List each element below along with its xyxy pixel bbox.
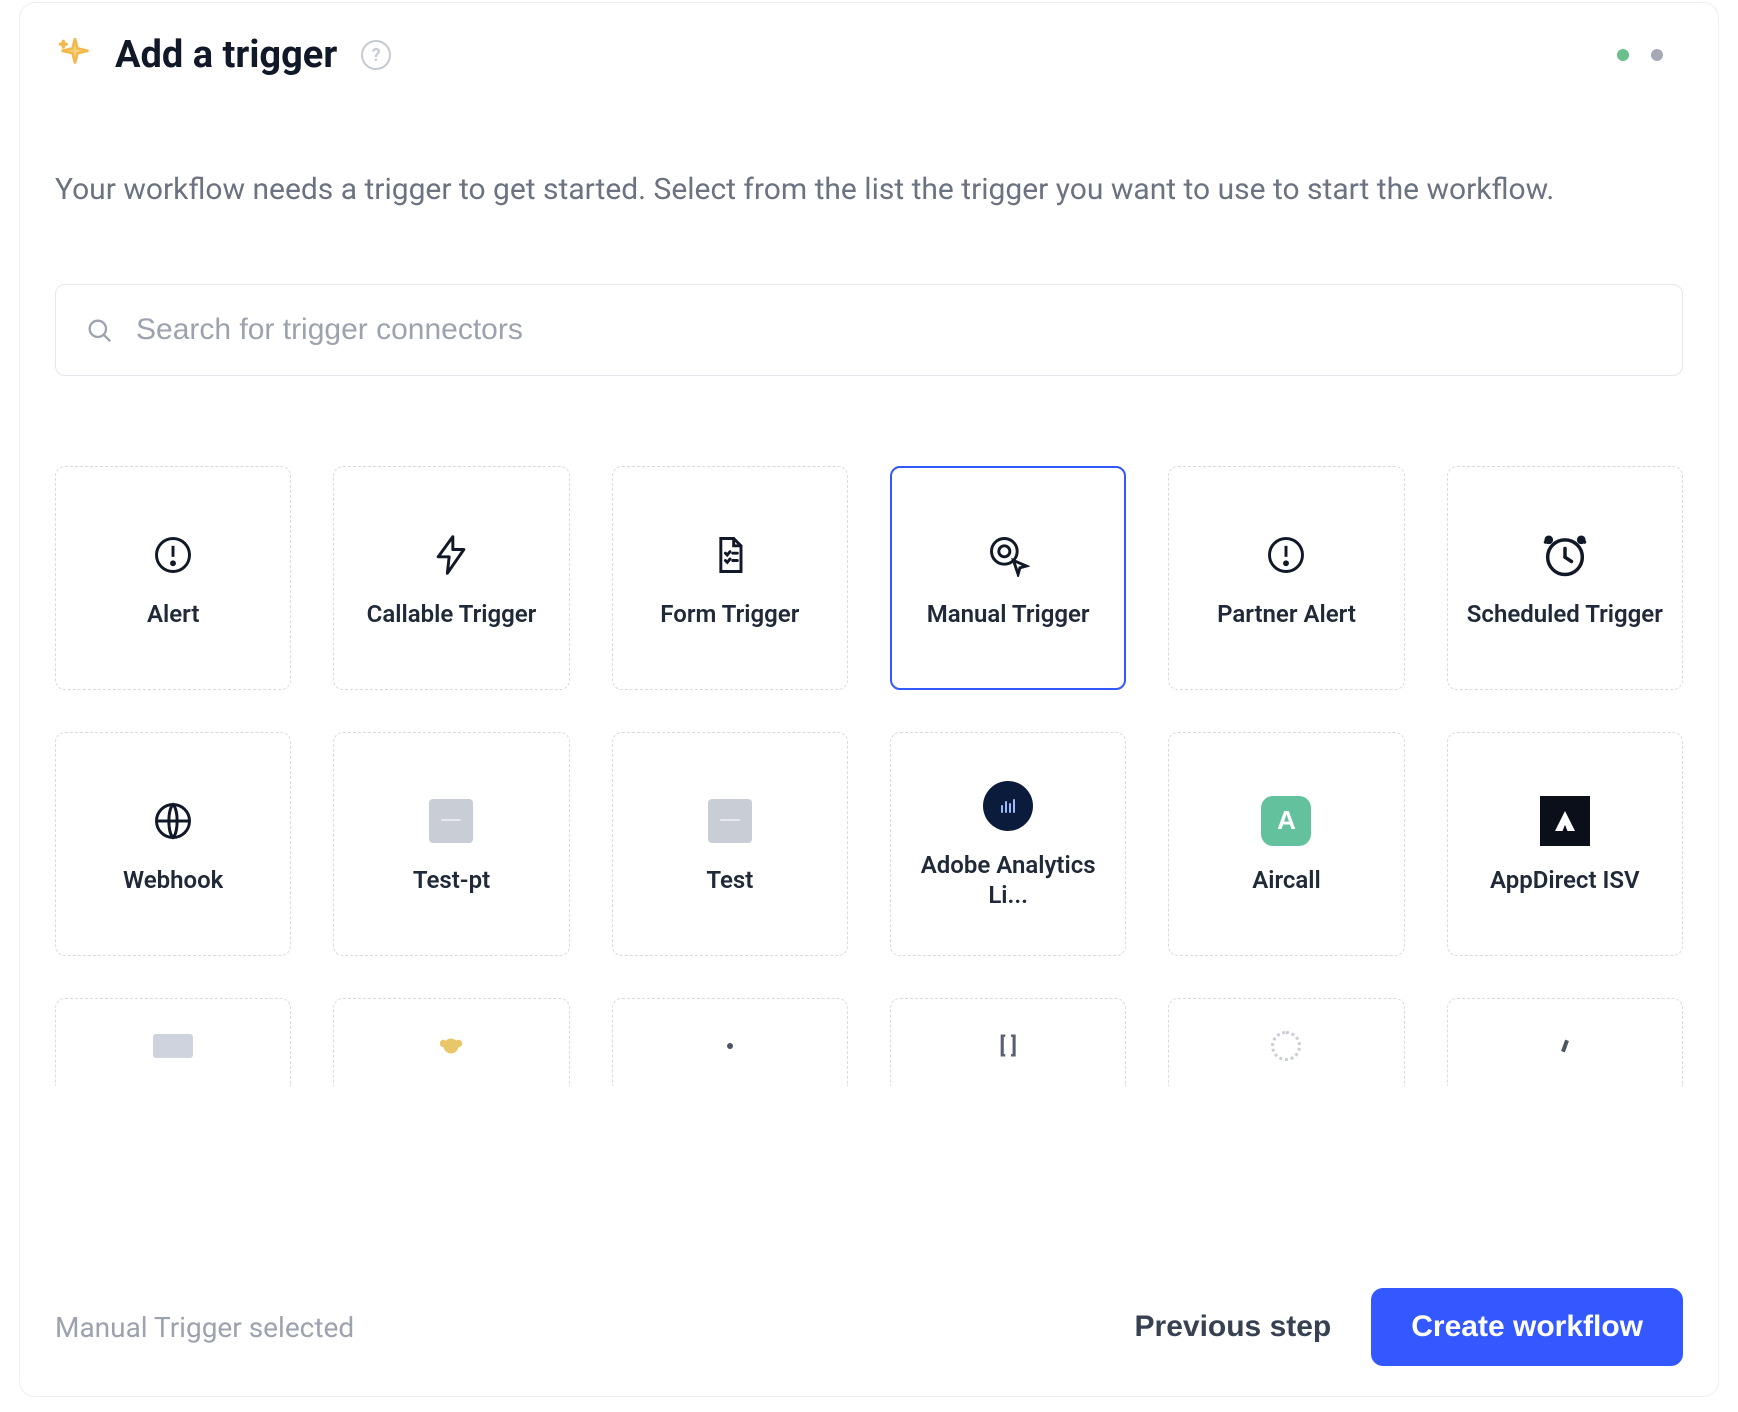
cursor-icon <box>980 527 1036 583</box>
trigger-card-partial[interactable] <box>612 998 848 1086</box>
adobe-icon <box>980 778 1036 834</box>
bolt-icon <box>423 527 479 583</box>
aircall-icon: A <box>1258 793 1314 849</box>
title-group: Add a trigger ? <box>55 33 391 77</box>
trigger-label: Alert <box>147 599 199 629</box>
status-dots <box>1617 49 1683 61</box>
status-dot-inactive <box>1651 49 1663 61</box>
trigger-label: Scheduled Trigger <box>1467 599 1663 629</box>
stub-icon <box>145 1023 201 1070</box>
trigger-card-partner-alert[interactable]: Partner Alert <box>1168 466 1404 690</box>
stub-icon: [ ] <box>980 1023 1036 1070</box>
trigger-card-scheduled[interactable]: Scheduled Trigger <box>1447 466 1683 690</box>
trigger-card-manual[interactable]: Manual Trigger <box>890 466 1126 690</box>
help-icon[interactable]: ? <box>361 40 391 70</box>
selection-status: Manual Trigger selected <box>55 1311 354 1344</box>
panel-footer: Manual Trigger selected Previous step Cr… <box>55 1288 1683 1366</box>
form-icon <box>702 527 758 583</box>
footer-actions: Previous step Create workflow <box>1135 1288 1683 1366</box>
trigger-card-partial[interactable] <box>333 998 569 1086</box>
stub-icon <box>423 1023 479 1070</box>
trigger-label: Partner Alert <box>1217 599 1356 629</box>
trigger-label: Aircall <box>1252 865 1321 895</box>
trigger-card-appdirect[interactable]: AppDirect ISV <box>1447 732 1683 956</box>
triggers-grid: Alert Callable Trigger <box>55 466 1683 956</box>
grey-tile-icon <box>423 793 479 849</box>
create-workflow-button[interactable]: Create workflow <box>1371 1288 1683 1366</box>
status-dot-active <box>1617 49 1629 61</box>
stub-icon <box>1258 1023 1314 1070</box>
triggers-grid-partial: [ ] <box>55 998 1683 1086</box>
search-input[interactable] <box>136 313 1654 347</box>
sparkle-icon <box>55 35 95 75</box>
trigger-card-partial[interactable] <box>1447 998 1683 1086</box>
alert-icon <box>1258 527 1314 583</box>
add-trigger-panel: Add a trigger ? Your workflow needs a tr… <box>19 2 1719 1397</box>
appdirect-icon <box>1537 793 1593 849</box>
trigger-card-test[interactable]: Test <box>612 732 848 956</box>
page-description: Your workflow needs a trigger to get sta… <box>55 167 1615 214</box>
search-icon <box>84 315 114 345</box>
grey-tile-icon <box>702 793 758 849</box>
trigger-card-form[interactable]: Form Trigger <box>612 466 848 690</box>
trigger-label: Test-pt <box>413 865 490 895</box>
trigger-card-partial[interactable]: [ ] <box>890 998 1126 1086</box>
trigger-card-adobe[interactable]: Adobe Analytics Li... <box>890 732 1126 956</box>
trigger-card-callable[interactable]: Callable Trigger <box>333 466 569 690</box>
trigger-label: Form Trigger <box>660 599 799 629</box>
trigger-card-partial[interactable] <box>55 998 291 1086</box>
page-title: Add a trigger <box>115 33 337 77</box>
triggers-grid-area: Alert Callable Trigger <box>55 466 1683 1086</box>
stub-icon <box>702 1023 758 1070</box>
previous-step-button[interactable]: Previous step <box>1135 1310 1332 1344</box>
globe-icon <box>145 793 201 849</box>
trigger-card-alert[interactable]: Alert <box>55 466 291 690</box>
trigger-label: AppDirect ISV <box>1490 865 1640 895</box>
alert-icon <box>145 527 201 583</box>
trigger-card-partial[interactable] <box>1168 998 1404 1086</box>
trigger-label: Manual Trigger <box>927 599 1090 629</box>
trigger-label: Callable Trigger <box>367 599 537 629</box>
search-bar[interactable] <box>55 284 1683 376</box>
stub-icon <box>1537 1023 1593 1070</box>
trigger-card-test-pt[interactable]: Test-pt <box>333 732 569 956</box>
trigger-label: Webhook <box>123 865 223 895</box>
trigger-label: Adobe Analytics Li... <box>908 850 1108 910</box>
trigger-card-aircall[interactable]: A Aircall <box>1168 732 1404 956</box>
trigger-card-webhook[interactable]: Webhook <box>55 732 291 956</box>
clock-icon <box>1537 527 1593 583</box>
panel-header: Add a trigger ? <box>55 33 1683 77</box>
trigger-label: Test <box>706 865 753 895</box>
